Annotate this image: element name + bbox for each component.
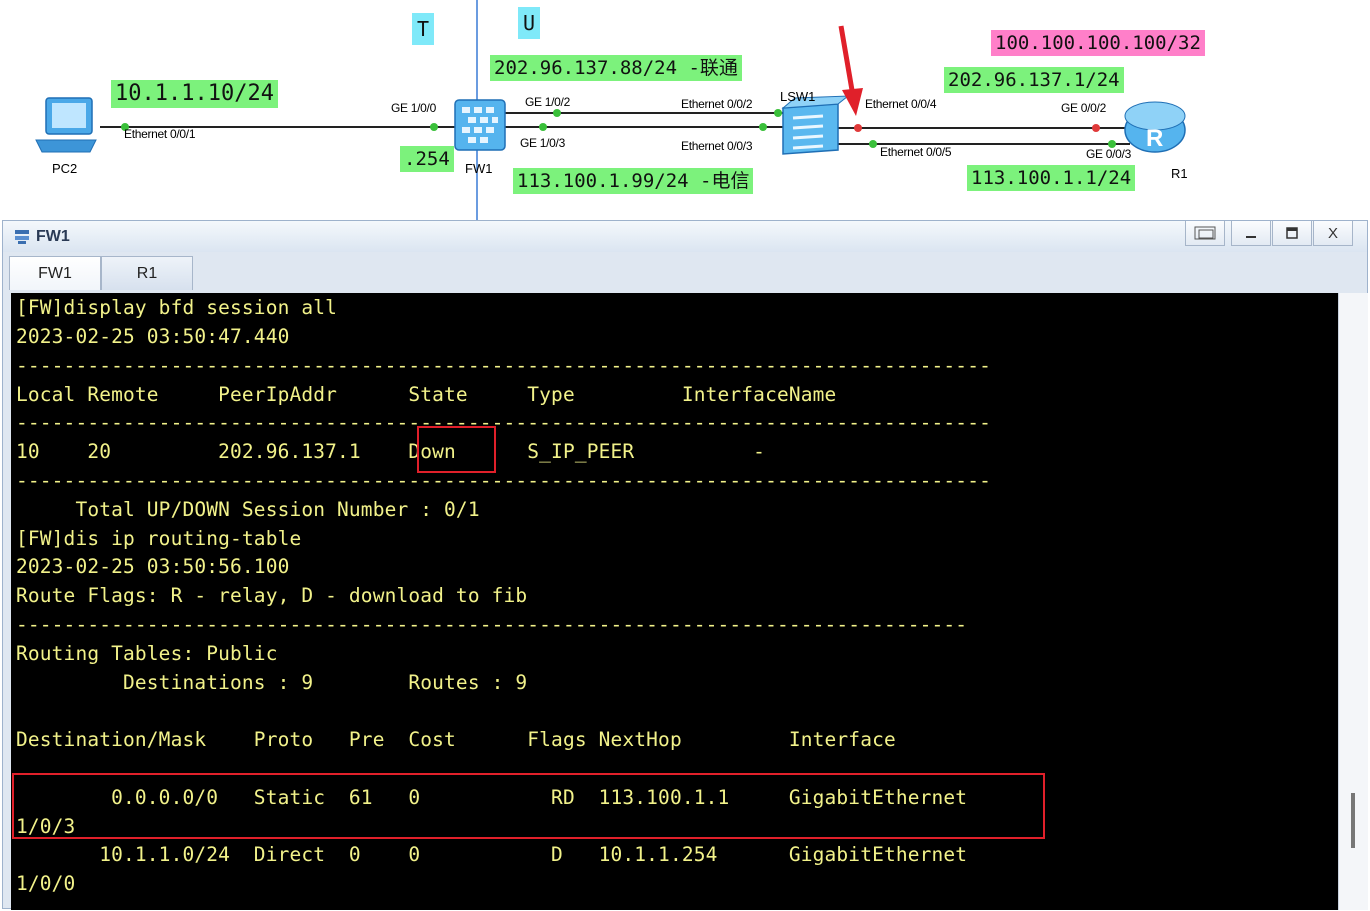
loopback-ip-tag: 100.100.100.100/32 — [991, 30, 1205, 56]
fw1-label: FW1 — [465, 161, 493, 176]
terminal-line: ----------------------------------------… — [16, 354, 991, 377]
window-title: FW1 — [36, 228, 70, 245]
terminal-line: Destinations : 9 Routes : 9 — [16, 671, 528, 694]
terminal-line: Local Remote PeerIpAddr State Type Inter… — [16, 383, 837, 406]
port-label: Ethernet 0/0/1 — [124, 127, 196, 141]
tab-strip: FW1 R1 — [3, 252, 1367, 290]
terminal-line: Total UP/DOWN Session Number : 0/1 — [16, 498, 480, 521]
port-dot-down — [854, 124, 862, 132]
terminal-line: ----------------------------------------… — [16, 613, 968, 636]
port-label: GE 0/0/3 — [1086, 147, 1131, 161]
port-label: GE 0/0/2 — [1061, 101, 1106, 115]
port-dot — [774, 109, 782, 117]
port-dot — [430, 123, 438, 131]
minimize-button[interactable] — [1231, 221, 1271, 246]
router-icon: R — [1124, 101, 1186, 153]
r1-unicom-ip-tag: 202.96.137.1/24 — [944, 67, 1124, 93]
restore-icon — [1194, 226, 1216, 240]
port-label: GE 1/0/2 — [525, 95, 570, 109]
device-icon — [15, 230, 29, 244]
maximize-button[interactable] — [1272, 221, 1312, 246]
terminal-line: 10.1.1.0/24 Direct 0 0 D 10.1.1.254 Giga… — [16, 843, 968, 866]
highlight-box-state — [417, 426, 496, 473]
unicom-ip-tag: 202.96.137.88/24 -联通 — [490, 55, 742, 81]
r1-label: R1 — [1171, 166, 1188, 181]
port-dot — [869, 140, 877, 148]
pc-ip-tag: 10.1.1.10/24 — [111, 80, 278, 108]
firewall-icon — [454, 99, 506, 151]
terminal-line: [FW]display bfd session all — [16, 296, 338, 319]
scrollbar-thumb[interactable] — [1351, 793, 1355, 848]
port-dot — [539, 123, 547, 131]
port-label: GE 1/0/3 — [520, 136, 565, 150]
terminal-line: ----------------------------------------… — [16, 411, 991, 434]
pc2-label: PC2 — [52, 161, 78, 176]
terminal-line: 2023-02-25 03:50:56.100 — [16, 555, 290, 578]
switch-icon — [781, 95, 850, 155]
terminal-line: 10 20 202.96.137.1 Down S_IP_PEER - — [16, 440, 766, 463]
r1-telecom-ip-tag: 113.100.1.1/24 — [967, 165, 1136, 191]
terminal-line: 1/0/0 — [16, 872, 76, 895]
svg-text:R: R — [1146, 125, 1163, 152]
terminal-line: Route Flags: R - relay, D - download to … — [16, 584, 528, 607]
terminal-line: 2023-02-25 03:50:47.440 — [16, 325, 290, 348]
port-label: Ethernet 0/0/2 — [681, 97, 753, 111]
port-dot-down — [1092, 124, 1100, 132]
port-dot — [759, 123, 767, 131]
title-bar[interactable]: FW1 X — [3, 221, 1367, 252]
port-label: Ethernet 0/0/5 — [880, 145, 952, 159]
close-button[interactable]: X — [1313, 221, 1353, 246]
minimize-icon — [1246, 236, 1256, 238]
telecom-ip-tag: 113.100.1.99/24 -电信 — [513, 168, 754, 194]
console-window: FW1 X FW1 R1 [FW]display bfd session all… — [2, 220, 1368, 910]
port-dot — [553, 109, 561, 117]
topology-canvas: R PC2 FW1 LSW1 R1 Ethernet 0/0/1 GE 1/0/… — [0, 0, 1370, 220]
zone-u-tag: U — [518, 7, 541, 39]
lsw1-label: LSW1 — [780, 89, 816, 104]
port-label: GE 1/0/0 — [391, 101, 436, 115]
tab-fw1[interactable]: FW1 — [9, 256, 101, 290]
restore-button[interactable] — [1185, 221, 1225, 246]
highlight-box-default-route — [12, 773, 1045, 839]
vertical-scrollbar[interactable] — [1338, 293, 1368, 910]
terminal-line: Routing Tables: Public — [16, 642, 278, 665]
terminal-line: [FW]dis ip routing-table — [16, 527, 302, 550]
terminal-line: Destination/Mask Proto Pre Cost Flags Ne… — [16, 728, 896, 751]
terminal-line: ----------------------------------------… — [16, 469, 991, 492]
maximize-icon — [1286, 227, 1298, 239]
arrow-icon — [838, 25, 863, 116]
tab-r1[interactable]: R1 — [101, 256, 193, 290]
port-label: Ethernet 0/0/4 — [865, 97, 937, 111]
close-icon: X — [1327, 224, 1338, 242]
terminal-output[interactable]: [FW]display bfd session all 2023-02-25 0… — [11, 293, 1338, 910]
port-label: Ethernet 0/0/3 — [681, 139, 753, 153]
zone-t-tag: T — [412, 13, 435, 45]
pc-icon — [35, 97, 97, 153]
fw-inside-ip-tag: .254 — [400, 146, 454, 172]
